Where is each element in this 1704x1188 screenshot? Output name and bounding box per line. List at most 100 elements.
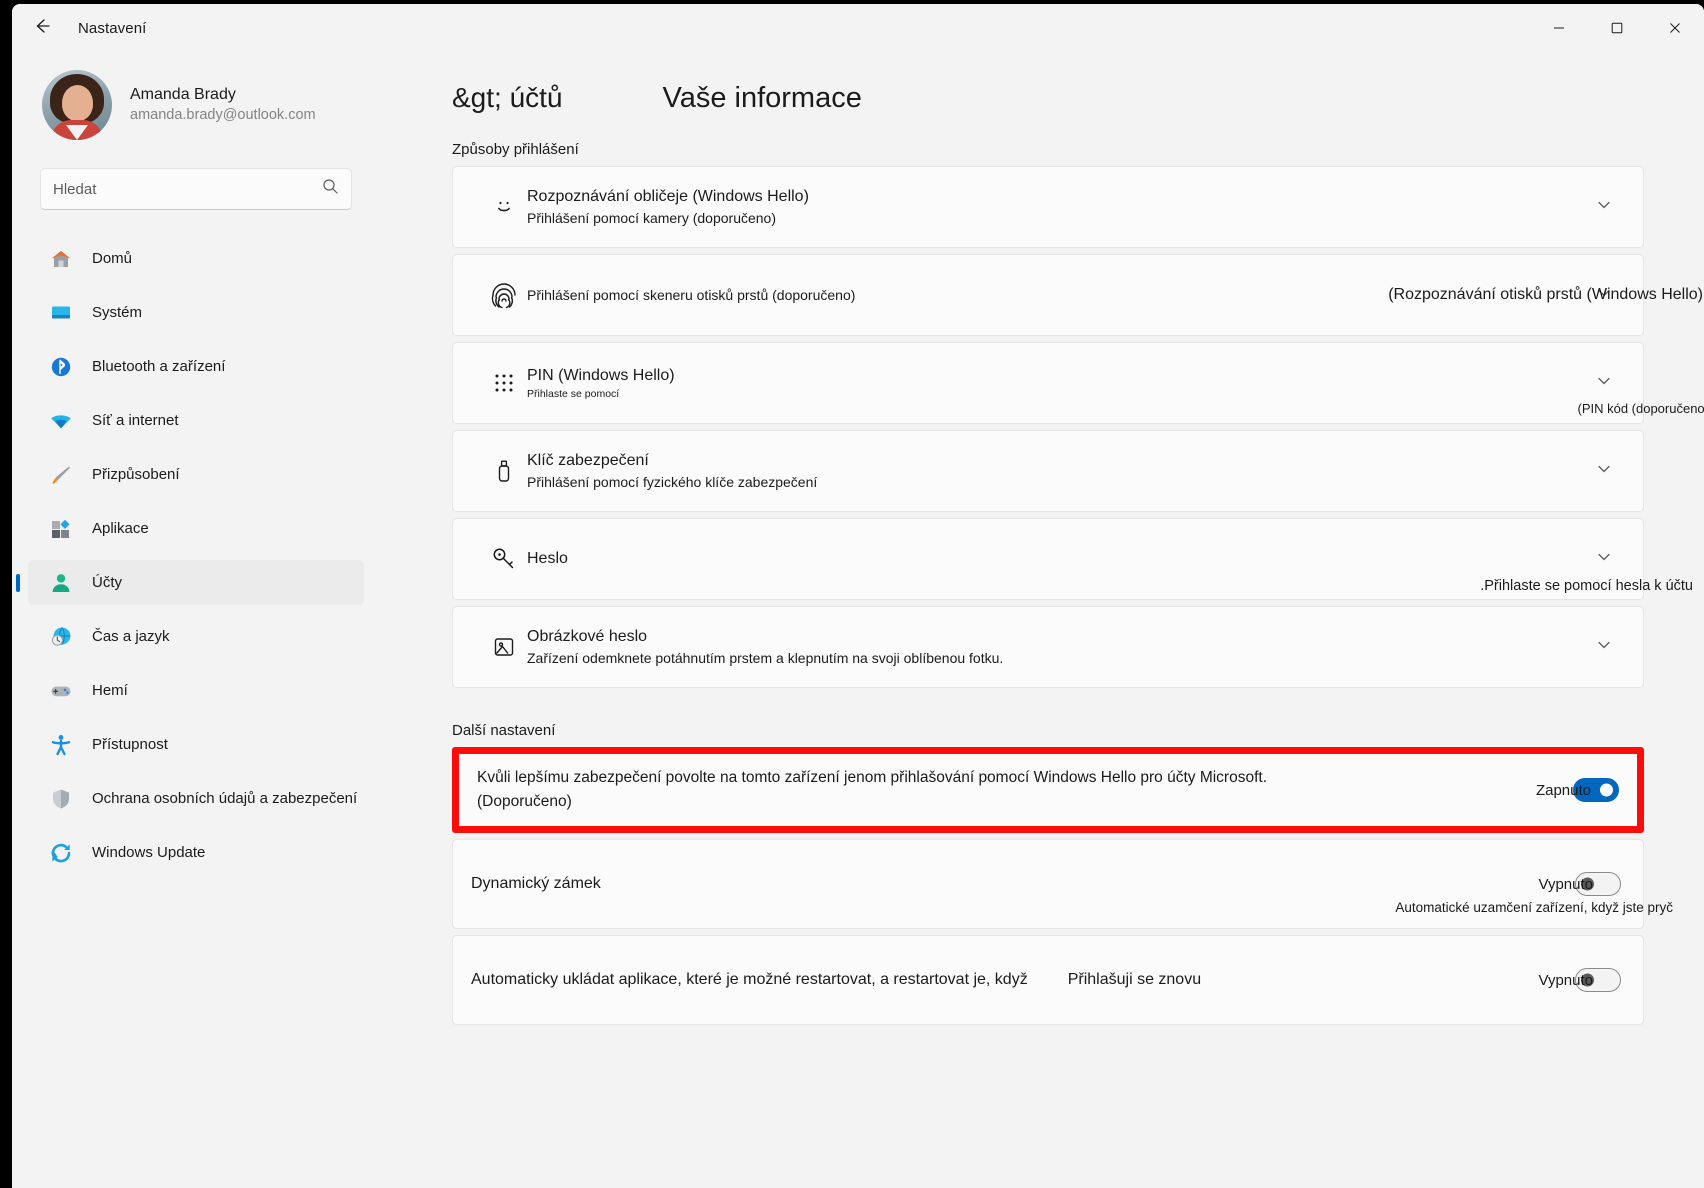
maximize-button[interactable]	[1588, 4, 1646, 52]
setting-description-line1: Kvůli lepšímu zabezpečení povolte na tom…	[477, 768, 1268, 786]
system-icon	[48, 300, 74, 326]
sidebar-item-label: Účty	[92, 574, 122, 591]
setting-description-line2: (Doporučeno)	[477, 793, 572, 810]
sidebar-item-privacy-security[interactable]: Ochrana osobních údajů a zabezpečení	[28, 776, 364, 821]
highlight-annotation: Kvůli lepšímu zabezpečení povolte na tom…	[452, 747, 1644, 833]
card-title: Obrázkové heslo	[527, 627, 648, 645]
back-button[interactable]	[20, 12, 64, 44]
sidebar-item-gaming[interactable]: Hemí	[28, 668, 364, 713]
sidebar-item-accounts[interactable]: Účty	[28, 560, 364, 605]
sidebar-item-bluetooth[interactable]: Bluetooth a zařízení	[28, 344, 364, 389]
card-title: Rozpoznávání obličeje (Windows Hello)	[527, 187, 809, 205]
signin-method-fingerprint[interactable]: Přihlášení pomocí skeneru otisků prstů (…	[452, 254, 1703, 336]
settings-window: Nastavení Amanda Brady amanda.brady@outl…	[12, 4, 1704, 1188]
sidebar-item-label: Systém	[92, 304, 143, 321]
accounts-icon	[48, 570, 74, 596]
sidebar: Amanda Brady amanda.brady@outlook.com Hl…	[12, 52, 380, 1188]
pin-keypad-icon	[481, 368, 527, 398]
profile-name: Amanda Brady	[130, 86, 236, 104]
sidebar-item-home[interactable]: Domů	[28, 236, 364, 281]
page-title: Vaše informace	[662, 82, 862, 114]
window-title: Nastavení	[78, 19, 147, 37]
profile-email: amanda.brady@outlook.com	[130, 107, 316, 124]
card-overflow-text: (PIN kód (doporučeno)	[1577, 400, 1704, 416]
signin-method-face-recognition[interactable]: Rozpoznávání obličeje (Windows Hello) Př…	[452, 166, 1644, 248]
avatar	[42, 70, 112, 140]
setting-title: Dynamický zámek	[471, 875, 601, 892]
dynamic-lock-toggle-group[interactable]: Vypnuto Automatické uzamčení zařízení, k…	[1395, 872, 1673, 915]
toggle-state-label: Vypnuto	[1538, 875, 1594, 893]
sidebar-item-system[interactable]: Systém	[28, 290, 364, 335]
card-subtitle: Přihlaste se pomocí	[527, 387, 620, 400]
signin-method-picture-password[interactable]: Obrázkové heslo Zařízení odemknete potáh…	[452, 606, 1644, 688]
fingerprint-icon	[481, 278, 527, 312]
search-box[interactable]	[40, 168, 352, 210]
sidebar-item-label: Přístupnost	[92, 736, 168, 753]
sidebar-item-apps[interactable]: Aplikace	[28, 506, 364, 551]
toggle-state-label: Vypnuto	[1538, 971, 1594, 989]
face-recognition-icon	[481, 192, 527, 222]
sidebar-item-label: Domů	[92, 250, 133, 267]
other-settings-label: Další nastavení	[452, 722, 556, 739]
minimize-button[interactable]	[1530, 4, 1588, 52]
personalization-icon	[48, 462, 74, 488]
picture-password-icon	[481, 632, 527, 662]
sidebar-item-network[interactable]: Síť a internet	[28, 398, 364, 443]
close-button[interactable]	[1646, 4, 1704, 52]
time-language-icon	[48, 624, 74, 650]
windows-hello-toggle-group[interactable]: Zapnuto	[1522, 778, 1619, 802]
setting-row-windows-hello-only[interactable]: Kvůli lepšímu zabezpečení povolte na tom…	[459, 754, 1637, 826]
card-subtitle: Přihlášení pomocí skeneru otisků prstů (…	[527, 286, 856, 303]
title-bar: Nastavení	[12, 4, 1704, 52]
sidebar-item-label: Ochrana osobních údajů a zabezpečení	[92, 790, 358, 807]
user-profile[interactable]: Amanda Brady amanda.brady@outlook.com	[28, 52, 364, 146]
home-icon	[48, 246, 74, 272]
restart-apps-toggle-group[interactable]: Vypnuto	[1538, 968, 1621, 992]
sidebar-item-time-language[interactable]: Čas a jazyk	[28, 614, 364, 659]
back-arrow-icon	[32, 16, 52, 41]
sidebar-item-label: Síť a internet	[92, 412, 179, 429]
setting-row-restart-apps[interactable]: Automaticky ukládat aplikace, které je m…	[452, 935, 1644, 1025]
breadcrumb: &gt; účtů	[452, 82, 563, 113]
signin-method-security-key[interactable]: Klíč zabezpečení Přihlášení pomocí fyzic…	[452, 430, 1644, 512]
sidebar-item-label: Čas a jazyk	[92, 628, 170, 645]
setting-row-dynamic-lock[interactable]: Dynamický zámek Vypnuto Automatické uzam…	[452, 839, 1673, 929]
setting-title: Automaticky ukládat aplikace, které je m…	[471, 971, 1028, 988]
card-title: Heslo	[527, 550, 568, 568]
sidebar-item-personalization[interactable]: Přizpůsobení	[28, 452, 364, 497]
card-title: Klíč zabezpečení	[527, 451, 649, 469]
search-input[interactable]	[53, 180, 322, 198]
apps-icon	[48, 516, 74, 542]
sidebar-item-label: Přizpůsobení	[92, 466, 180, 483]
setting-subtitle: Automatické uzamčení zařízení, když jste…	[1395, 900, 1673, 915]
bluetooth-icon	[48, 354, 74, 380]
security-key-icon	[481, 456, 527, 486]
sidebar-item-windows-update[interactable]: Windows Update	[28, 830, 364, 875]
card-title: PIN (Windows Hello)	[527, 366, 675, 384]
window-controls	[1530, 4, 1704, 52]
network-icon	[48, 408, 74, 434]
sidebar-item-label: Aplikace	[92, 520, 149, 537]
signin-methods-list: Rozpoznávání obličeje (Windows Hello) Př…	[380, 166, 1704, 688]
card-subtitle: Zařízení odemknete potáhnutím prstem a k…	[527, 650, 1004, 667]
sidebar-item-accessibility[interactable]: Přístupnost	[28, 722, 364, 767]
toggle-state-label: Zapnuto	[1535, 781, 1591, 799]
sidebar-item-label: Bluetooth a zařízení	[92, 358, 226, 375]
password-key-icon	[481, 543, 527, 575]
gaming-icon	[48, 678, 74, 704]
signin-method-pin[interactable]: PIN (Windows Hello) Přihlaste se pomocí …	[452, 342, 1704, 424]
card-overflow-text: .Přihlaste se pomocí hesla k účtu	[1480, 578, 1693, 595]
setting-condition-label: Přihlašuji se znovu	[1067, 971, 1202, 988]
card-subtitle: Přihlášení pomocí fyzického klíče zabezp…	[527, 474, 818, 491]
sidebar-item-label: Hemí	[92, 682, 128, 699]
card-subtitle: Přihlášení pomocí kamery (doporučeno)	[527, 210, 777, 227]
signin-method-password[interactable]: Heslo .Přihlaste se pomocí hesla k účtu	[452, 518, 1693, 600]
page-header: &gt; účtů Vaše informace	[380, 52, 1704, 115]
search-icon	[322, 178, 339, 200]
main-content: &gt; účtů Vaše informace Způsoby přihláš…	[380, 52, 1704, 1188]
sidebar-nav: Domů Systém Bluetooth a zařízení Síť a i…	[28, 236, 364, 875]
sidebar-item-label: Windows Update	[92, 844, 206, 861]
privacy-shield-icon	[48, 786, 74, 812]
windows-update-icon	[48, 840, 74, 866]
signin-section-label: Způsoby přihlášení	[452, 141, 579, 158]
